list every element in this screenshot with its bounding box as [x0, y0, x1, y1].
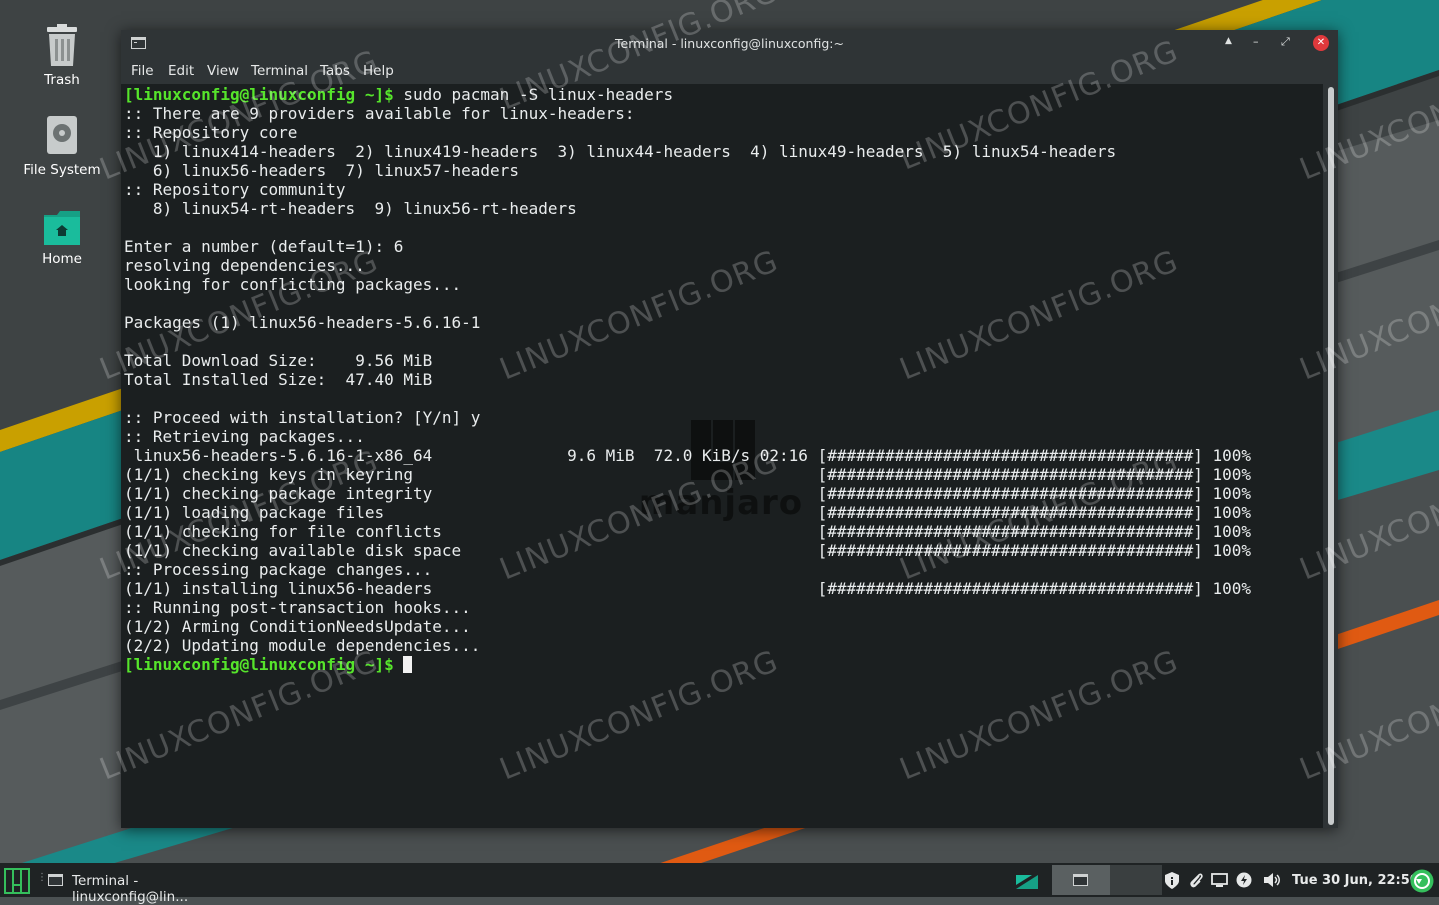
- menu-file[interactable]: File: [131, 63, 154, 79]
- terminal-output-line: 6) linux56-headers 7) linux57-headers: [124, 161, 519, 180]
- final-prompt-line: [linuxconfig@linuxconfig ~]$: [124, 655, 1251, 674]
- terminal-output-line: Total Installed Size: 47.40 MiB: [124, 370, 433, 389]
- close-icon: ✕: [1316, 37, 1326, 48]
- workspace-thumbnail-icon: [1016, 875, 1038, 889]
- terminal-output-line: Packages (1) linux56-headers-5.6.16-1: [124, 313, 481, 332]
- desktop-icon-home[interactable]: Home: [7, 211, 117, 267]
- terminal-output-line: :: Proceed with installation? [Y/n] y: [124, 408, 481, 427]
- drive-icon: [47, 116, 77, 154]
- terminal-output-line: :: Repository community: [124, 180, 346, 199]
- terminal-output-line: Enter a number (default=1): 6: [124, 237, 404, 256]
- terminal-output-line: looking for conflicting packages...: [124, 275, 462, 294]
- terminal-output-line: (1/1) checking for file conflicts [#####…: [124, 522, 1252, 541]
- window-title: Terminal - linuxconfig@linuxconfig:~: [615, 36, 844, 51]
- taskbar-task-terminal[interactable]: Terminal - linuxconfig@lin...: [46, 863, 246, 905]
- text-cursor: [403, 656, 413, 673]
- desktop-icon-label: Trash: [44, 72, 80, 88]
- clock[interactable]: Tue 30 Jun, 22:50: [1292, 873, 1419, 888]
- output-lines: :: There are 9 providers available for l…: [124, 104, 1251, 655]
- info-shield-icon[interactable]: [1164, 872, 1180, 889]
- menu-view[interactable]: View: [207, 63, 239, 79]
- menu-bar: File Edit View Terminal Tabs Help: [121, 57, 1338, 84]
- terminal-output-line: (1/2) Arming ConditionNeedsUpdate...: [124, 617, 471, 636]
- terminal-window[interactable]: Terminal - linuxconfig@linuxconfig:~ ▲ –…: [121, 30, 1338, 828]
- terminal-output-line: :: There are 9 providers available for l…: [124, 104, 635, 123]
- terminal-output-line: (2/2) Updating module dependencies...: [124, 636, 481, 655]
- terminal-output-line: :: Retrieving packages...: [124, 427, 365, 446]
- workspace-3[interactable]: [1110, 865, 1162, 895]
- trash-icon: [47, 24, 77, 66]
- terminal-output-line: (1/1) loading package files [###########…: [124, 503, 1252, 522]
- terminal-output-line: :: Running post-transaction hooks...: [124, 598, 471, 617]
- terminal-output-line: (1/1) checking keys in keyring [########…: [124, 465, 1252, 484]
- command-text: sudo pacman -S linux-headers: [393, 85, 674, 104]
- volume-icon[interactable]: [1263, 872, 1281, 888]
- command-line: [linuxconfig@linuxconfig ~]$ sudo pacman…: [124, 85, 1251, 104]
- terminal-output-line: :: Repository core: [124, 123, 298, 142]
- maximize-button[interactable]: ⤢: [1281, 35, 1290, 49]
- terminal-output-line: :: Processing package changes...: [124, 560, 433, 579]
- terminal-output-area[interactable]: manjaro [linuxconfig@linuxconfig ~]$ sud…: [121, 84, 1323, 828]
- desktop-icon-trash[interactable]: Trash: [7, 24, 117, 88]
- menu-terminal[interactable]: Terminal: [251, 63, 308, 79]
- paperclip-icon[interactable]: [1188, 872, 1204, 889]
- menu-edit[interactable]: Edit: [168, 63, 194, 79]
- shell-prompt: [linuxconfig@linuxconfig ~]$: [124, 85, 394, 104]
- menu-tabs[interactable]: Tabs: [320, 63, 350, 79]
- workspace-2[interactable]: [1052, 865, 1110, 895]
- update-icon[interactable]: [1410, 869, 1434, 893]
- terminal-output-line: Total Download Size: 9.56 MiB: [124, 351, 433, 370]
- menu-help[interactable]: Help: [363, 63, 394, 79]
- shade-button[interactable]: ▲: [1225, 36, 1232, 46]
- close-button[interactable]: ✕: [1313, 35, 1329, 51]
- terminal-output-line: linux56-headers-5.6.16-1-x86_64 9.6 MiB …: [124, 446, 1252, 465]
- terminal-output-line: (1/1) checking available disk space [###…: [124, 541, 1252, 560]
- power-icon[interactable]: [1236, 872, 1252, 888]
- terminal-output-line: resolving dependencies...: [124, 256, 365, 275]
- terminal-app-icon: [48, 874, 63, 886]
- desktop-icon-file-system[interactable]: File System: [7, 116, 117, 178]
- desktop-icon-label: Home: [42, 251, 82, 267]
- window-titlebar[interactable]: Terminal - linuxconfig@linuxconfig:~ ▲ –…: [121, 30, 1338, 57]
- terminal-app-icon: [1073, 874, 1088, 886]
- scrollbar[interactable]: [1323, 84, 1338, 828]
- shell-prompt: [linuxconfig@linuxconfig ~]$: [124, 655, 394, 674]
- home-folder-icon: [44, 211, 80, 245]
- workspace-switcher[interactable]: [1014, 865, 1162, 895]
- taskbar-task-label: Terminal - linuxconfig@lin...: [72, 873, 189, 905]
- desktop-icon-label: File System: [23, 162, 101, 178]
- terminal-output-line: (1/1) checking package integrity [######…: [124, 484, 1252, 503]
- manjaro-menu-icon[interactable]: [4, 868, 30, 894]
- terminal-text: [linuxconfig@linuxconfig ~]$ sudo pacman…: [124, 85, 1251, 674]
- workspace-1[interactable]: [1014, 865, 1046, 895]
- taskbar: ⋮ Terminal - linuxconfig@lin... Tue 30 J…: [0, 863, 1439, 905]
- minimize-button[interactable]: –: [1253, 35, 1259, 48]
- display-icon[interactable]: [1211, 873, 1228, 888]
- terminal-output-line: (1/1) installing linux56-headers [######…: [124, 579, 1252, 598]
- scrollbar-thumb[interactable]: [1328, 87, 1334, 825]
- terminal-output-line: 1) linux414-headers 2) linux419-headers …: [124, 142, 1117, 161]
- terminal-output-line: 8) linux54-rt-headers 9) linux56-rt-head…: [124, 199, 577, 218]
